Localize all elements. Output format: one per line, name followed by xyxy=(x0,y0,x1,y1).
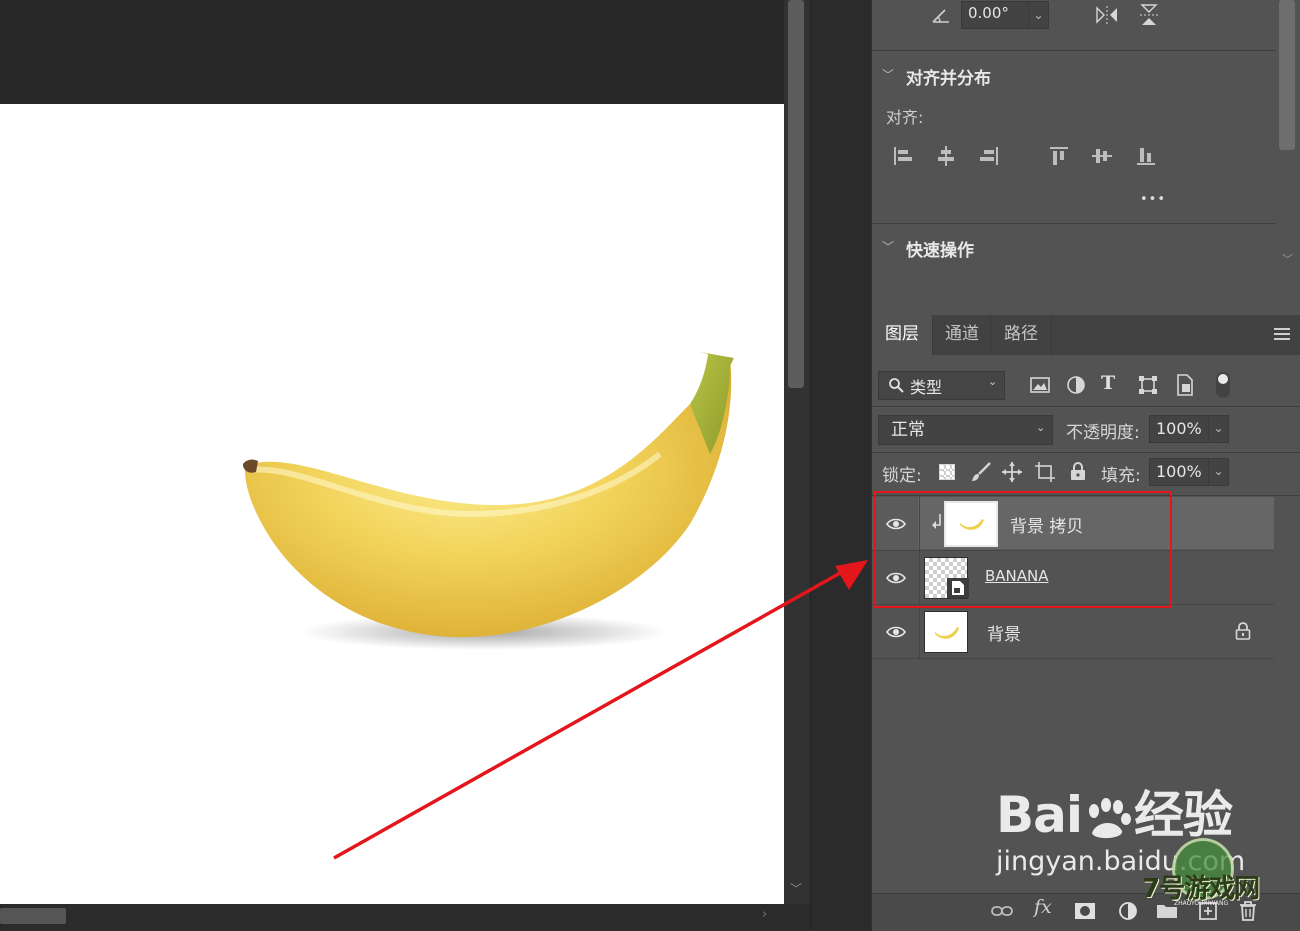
angle-input[interactable]: 0.00° xyxy=(961,1,1029,29)
annotation-highlight-box xyxy=(874,491,1172,608)
tab-layers[interactable]: 图层 xyxy=(872,315,932,355)
blend-mode-chevron-down-icon: ⌄ xyxy=(1036,421,1046,434)
align-section-chevron-icon[interactable]: ﹀ xyxy=(882,66,894,83)
layer-filter-kind: 类型 xyxy=(910,378,943,397)
scroll-down-chevron-icon[interactable]: ﹀ xyxy=(790,880,802,897)
flip-vertical-icon[interactable] xyxy=(1138,2,1160,28)
align-bottom-edges-icon[interactable] xyxy=(1135,145,1157,167)
watermark-brand-tail: 经验 xyxy=(1134,786,1233,844)
site-logo-subtext: ZHAOYOUXIWANG xyxy=(1174,900,1229,907)
canvas-horizontal-scrollbar[interactable] xyxy=(0,904,810,930)
adjustment-layer-filter-icon[interactable] xyxy=(1066,375,1086,395)
layer-style-fx-icon[interactable]: fx xyxy=(1034,896,1052,918)
watermark-brand: Bai xyxy=(996,786,1083,844)
filter-chevron-down-icon: ⌄ xyxy=(988,375,998,388)
angle-icon xyxy=(932,9,949,23)
row-divider xyxy=(872,452,1300,453)
fill-input[interactable]: 100% xyxy=(1149,458,1209,486)
type-layer-filter-icon[interactable]: T xyxy=(1101,372,1115,394)
panel-menu-icon[interactable] xyxy=(1274,328,1290,340)
filter-toggle-knob xyxy=(1218,374,1228,384)
fill-label: 填充: xyxy=(1101,466,1141,486)
align-section-title[interactable]: 对齐并分布 xyxy=(906,64,991,89)
opacity-label: 不透明度: xyxy=(1066,423,1140,443)
link-layers-icon[interactable] xyxy=(991,900,1013,922)
adjustment-layer-icon[interactable] xyxy=(1117,900,1139,922)
angle-dropdown-chevron-icon[interactable]: ⌄ xyxy=(1028,1,1049,29)
quick-actions-chevron-icon[interactable]: ﹀ xyxy=(882,238,894,255)
lock-transparent-pixels-icon[interactable] xyxy=(939,464,955,480)
flip-horizontal-icon[interactable] xyxy=(1094,4,1120,26)
lock-artboard-icon[interactable] xyxy=(1034,461,1056,483)
align-vertical-centers-icon[interactable] xyxy=(1091,145,1113,167)
canvas-horizontal-scroll-thumb[interactable] xyxy=(0,908,66,924)
shape-layer-filter-icon[interactable] xyxy=(1138,375,1158,395)
search-icon xyxy=(889,378,904,393)
lock-all-icon[interactable] xyxy=(1069,461,1087,481)
canvas-pasteboard xyxy=(0,0,784,104)
tab-channels[interactable]: 通道 xyxy=(932,315,991,355)
baidu-paw-logo xyxy=(1082,797,1134,841)
section-divider xyxy=(872,50,1276,51)
row-divider xyxy=(872,406,1300,407)
smart-object-filter-icon[interactable] xyxy=(1175,374,1195,396)
layer-lock-icon[interactable] xyxy=(1235,622,1251,640)
align-horizontal-centers-icon[interactable] xyxy=(935,145,957,167)
scroll-right-chevron-icon[interactable]: › xyxy=(762,907,767,922)
properties-scroll-thumb[interactable] xyxy=(1279,0,1295,150)
banana-image xyxy=(243,352,734,650)
align-right-edges-icon[interactable] xyxy=(978,145,1000,167)
layer-thumbnail[interactable] xyxy=(924,611,968,653)
pixel-layer-filter-icon[interactable] xyxy=(1030,376,1050,394)
properties-scroll-down-icon[interactable]: ﹀ xyxy=(1282,251,1293,267)
document-canvas[interactable] xyxy=(0,104,784,904)
quick-actions-title[interactable]: 快速操作 xyxy=(906,236,974,261)
tab-paths[interactable]: 路径 xyxy=(990,315,1052,355)
opacity-input[interactable]: 100% xyxy=(1149,415,1209,443)
opacity-dropdown-chevron-icon[interactable]: ⌄ xyxy=(1208,415,1229,443)
section-divider xyxy=(872,223,1276,224)
add-layer-mask-icon[interactable] xyxy=(1074,900,1096,922)
fill-dropdown-chevron-icon[interactable]: ⌄ xyxy=(1208,458,1229,486)
panel-dock-strip xyxy=(810,0,871,930)
site-logo-watermark: 7号游戏网 ZHAOYOUXIWANG xyxy=(1138,838,1268,920)
align-label: 对齐: xyxy=(886,108,924,127)
layer-visibility-toggle[interactable] xyxy=(872,605,920,659)
eye-icon[interactable] xyxy=(885,625,906,639)
canvas-vertical-scroll-thumb[interactable] xyxy=(788,0,804,388)
align-left-edges-icon[interactable] xyxy=(892,145,914,167)
lock-label: 锁定: xyxy=(882,466,922,486)
more-options-button[interactable]: ••• xyxy=(1140,192,1166,207)
lock-position-move-icon[interactable] xyxy=(1001,461,1023,483)
layer-name[interactable]: 背景 xyxy=(987,620,1021,645)
blend-mode-dropdown[interactable]: 正常 xyxy=(878,415,1053,445)
align-top-edges-icon[interactable] xyxy=(1048,145,1070,167)
lock-image-pixels-brush-icon[interactable] xyxy=(970,461,992,483)
